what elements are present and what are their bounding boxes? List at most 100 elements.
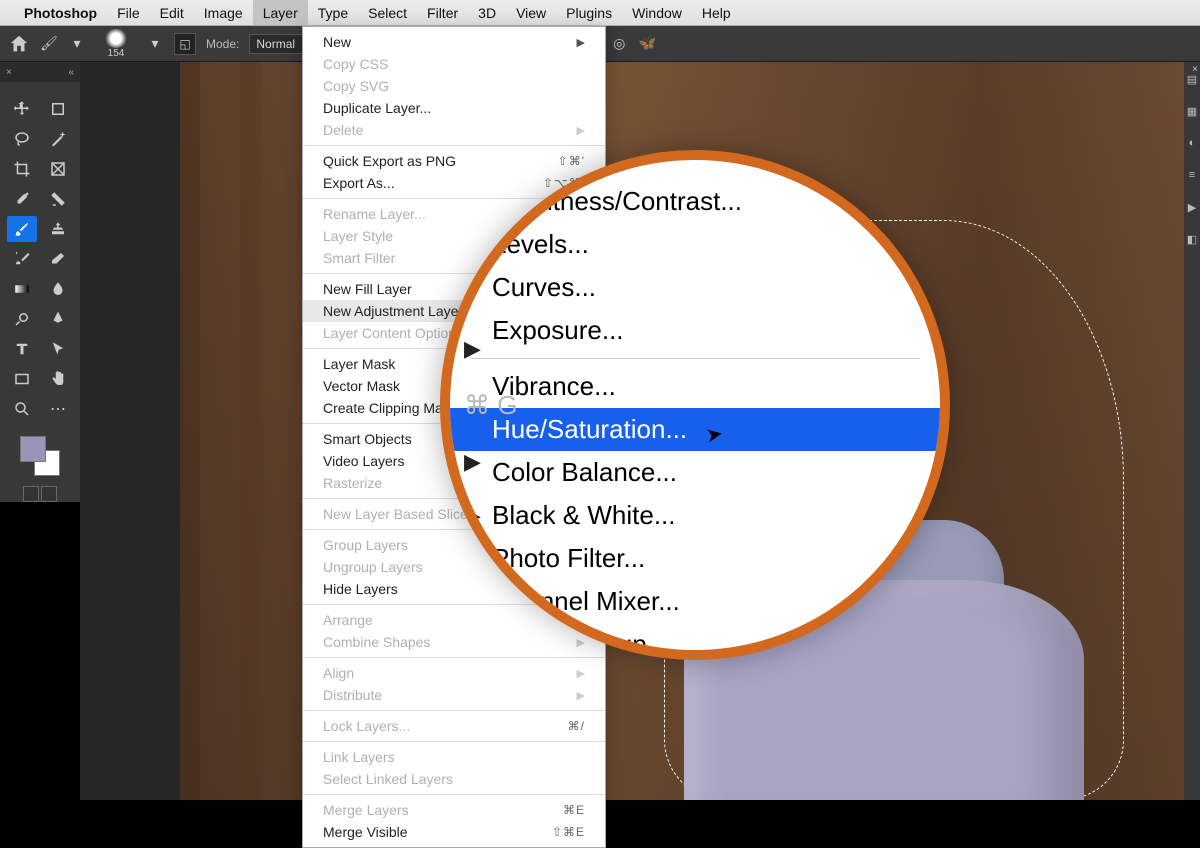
brush-panel-toggle-icon[interactable]: ◱	[174, 33, 196, 55]
menu-plugins[interactable]: Plugins	[556, 0, 622, 25]
menu-item-distribute: Distribute▶	[303, 684, 605, 706]
menu-type[interactable]: Type	[308, 0, 358, 25]
menu-item-lock-layers: Lock Layers...⌘/	[303, 715, 605, 737]
edit-toolbar[interactable]: ⋯	[43, 396, 73, 422]
menu-image[interactable]: Image	[194, 0, 253, 25]
chevron-right-icon: ▶	[577, 689, 585, 702]
pen-tool[interactable]	[43, 306, 73, 332]
swatches-panel-icon[interactable]: ▦	[1185, 104, 1199, 118]
symmetry-target-icon[interactable]: ◎	[610, 35, 628, 53]
zoom-tool[interactable]	[7, 396, 37, 422]
collapse-icon[interactable]: «	[68, 67, 74, 78]
crop-tool[interactable]	[7, 156, 37, 182]
menu-item-merge-visible[interactable]: Merge Visible⇧⌘E	[303, 821, 605, 843]
menu-edit[interactable]: Edit	[150, 0, 194, 25]
gradient-tool[interactable]	[7, 276, 37, 302]
tools-panel-header: ×«	[0, 62, 80, 82]
chevron-right-icon: ▶	[464, 557, 517, 583]
submenu-item-hue-saturation[interactable]: Hue/Saturation...	[450, 408, 940, 451]
move-tool[interactable]	[7, 96, 37, 122]
foreground-color-swatch[interactable]	[20, 436, 46, 462]
eyedropper-tool[interactable]	[7, 186, 37, 212]
menu-separator	[303, 741, 605, 742]
submenu-item-photo-filter[interactable]: Photo Filter...	[450, 537, 940, 580]
path-selection-tool[interactable]	[43, 336, 73, 362]
menu-separator	[303, 657, 605, 658]
menu-item-duplicate-layer[interactable]: Duplicate Layer...	[303, 97, 605, 119]
frame-tool[interactable]	[43, 156, 73, 182]
chevron-right-icon: ▶	[464, 449, 517, 475]
chevron-right-icon: ▶	[577, 36, 585, 49]
menu-layer[interactable]: Layer	[253, 0, 308, 25]
submenu-item-curves[interactable]: Curves...	[450, 266, 940, 309]
menu-item-merge-layers: Merge Layers⌘E	[303, 799, 605, 821]
adjustment-layer-submenu[interactable]: Brightness/Contrast...Levels...Curves...…	[450, 160, 940, 650]
blur-tool[interactable]	[43, 276, 73, 302]
workspace-gutter	[80, 62, 180, 800]
menu-separator	[303, 710, 605, 711]
menu-item-new[interactable]: New▶	[303, 31, 605, 53]
mac-menubar: Photoshop FileEditImageLayerTypeSelectFi…	[0, 0, 1200, 26]
adjustments-panel-icon[interactable]: ◐	[1185, 136, 1199, 150]
quickmask-icon[interactable]	[23, 486, 39, 502]
menu-item-select-linked-layers: Select Linked Layers	[303, 768, 605, 790]
submenu-item-channel-mixer[interactable]: Channel Mixer...	[450, 580, 940, 623]
brush-preset-picker[interactable]: 154	[96, 29, 136, 59]
menu-separator	[303, 794, 605, 795]
rectangle-tool[interactable]	[7, 366, 37, 392]
brush-size-value: 154	[108, 48, 125, 59]
eraser-tool[interactable]	[43, 246, 73, 272]
layers-panel-icon[interactable]: ≡	[1185, 168, 1199, 182]
chevron-right-icon: ▶	[577, 667, 585, 680]
tools-panel: ×« ⋯	[0, 62, 80, 502]
butterfly-icon[interactable]: 🦋	[638, 35, 656, 53]
close-icon[interactable]: ×	[6, 67, 12, 78]
submenu-item-exposure[interactable]: Exposure...	[450, 309, 940, 352]
brush-preview-dot	[104, 29, 128, 48]
healing-brush-tool[interactable]	[43, 186, 73, 212]
menu-select[interactable]: Select	[358, 0, 417, 25]
brush-tool-icon[interactable]: 🖌	[40, 35, 58, 53]
menu-window[interactable]: Window	[622, 0, 692, 25]
brush-tool[interactable]	[7, 216, 37, 242]
parent-shortcut-hint: ▶ ⌘ G ▶ ▶ ▶	[464, 308, 517, 611]
lasso-tool[interactable]	[7, 126, 37, 152]
close-icon[interactable]: ×	[1192, 64, 1198, 75]
magic-wand-tool[interactable]	[43, 126, 73, 152]
submenu-item-black-white[interactable]: Black & White...	[450, 494, 940, 537]
menu-item-delete: Delete▶	[303, 119, 605, 141]
menu-item-align: Align▶	[303, 662, 605, 684]
submenu-item-brightness-contrast[interactable]: Brightness/Contrast...	[450, 180, 940, 223]
hand-tool[interactable]	[43, 366, 73, 392]
color-swatches[interactable]	[20, 436, 60, 476]
menu-help[interactable]: Help	[692, 0, 741, 25]
properties-panel-icon[interactable]: ◧	[1185, 232, 1199, 246]
screen-mode-row	[23, 486, 57, 502]
screenmode-icon[interactable]	[41, 486, 57, 502]
chevron-right-icon: ▶	[464, 503, 517, 529]
menu-item-link-layers: Link Layers	[303, 746, 605, 768]
artboard-tool[interactable]	[43, 96, 73, 122]
menu-file[interactable]: File	[107, 0, 150, 25]
mode-label: Mode:	[206, 37, 239, 51]
history-panel-icon[interactable]: ▶	[1185, 200, 1199, 214]
submenu-item-color-balance[interactable]: Color Balance...	[450, 451, 940, 494]
app-name[interactable]: Photoshop	[24, 5, 97, 21]
chevron-down-icon[interactable]: ▾	[146, 35, 164, 53]
right-panel-strip: × ▤ ▦ ◐ ≡ ▶ ◧	[1184, 62, 1200, 800]
history-brush-tool[interactable]	[7, 246, 37, 272]
type-tool[interactable]	[7, 336, 37, 362]
menu-3d[interactable]: 3D	[468, 0, 506, 25]
clone-stamp-tool[interactable]	[43, 216, 73, 242]
dodge-tool[interactable]	[7, 306, 37, 332]
menu-separator	[303, 145, 605, 146]
menu-item-copy-css: Copy CSS	[303, 53, 605, 75]
submenu-item-vibrance[interactable]: Vibrance...	[450, 365, 940, 408]
chevron-down-icon[interactable]: ▾	[68, 35, 86, 53]
home-icon[interactable]	[8, 33, 30, 55]
submenu-item-levels[interactable]: Levels...	[450, 223, 940, 266]
chevron-right-icon: ▶	[464, 336, 517, 362]
menu-view[interactable]: View	[506, 0, 556, 25]
magnifier-overlay: Brightness/Contrast...Levels...Curves...…	[440, 150, 950, 660]
menu-filter[interactable]: Filter	[417, 0, 468, 25]
